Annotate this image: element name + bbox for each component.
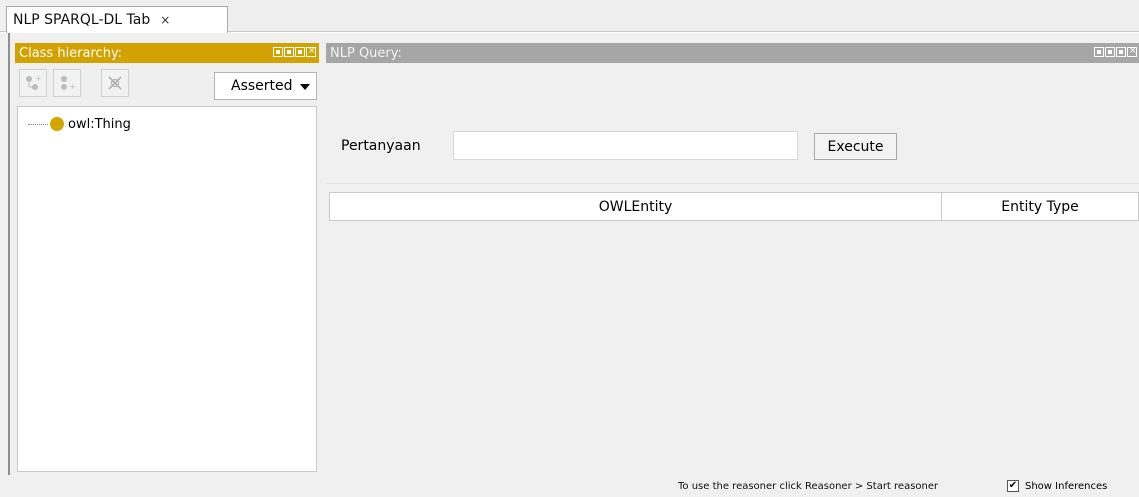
- question-input[interactable]: [453, 131, 798, 160]
- maximize-view-icon[interactable]: [295, 47, 305, 57]
- close-tab-icon[interactable]: ×: [160, 13, 170, 27]
- column-header-entity-type[interactable]: Entity Type: [942, 193, 1138, 220]
- view-controls: [273, 46, 316, 57]
- maximize-view-icon[interactable]: [1116, 47, 1126, 57]
- results-table: OWLEntity Entity Type: [326, 183, 1139, 473]
- svg-text:+: +: [35, 74, 42, 83]
- close-view-icon[interactable]: [306, 46, 316, 57]
- workspace: Class hierarchy: + +: [0, 33, 1139, 497]
- class-hierarchy-header: Class hierarchy:: [15, 43, 319, 63]
- pin-view-icon[interactable]: [1094, 47, 1104, 57]
- class-hierarchy-toolbar: + + Asserted: [15, 63, 319, 106]
- delete-class-icon: [108, 76, 122, 90]
- svg-text:+: +: [69, 82, 76, 91]
- add-sibling-icon: +: [61, 76, 76, 91]
- panel-title: Class hierarchy:: [19, 45, 123, 61]
- question-label: Pertanyaan: [341, 138, 421, 154]
- hierarchy-mode-value: Asserted: [231, 78, 293, 94]
- chevron-down-icon: [300, 84, 310, 90]
- class-hierarchy-panel: Class hierarchy: + +: [15, 43, 319, 472]
- tab-nlp-sparql-dl[interactable]: NLP SPARQL-DL Tab ×: [6, 6, 228, 33]
- add-subclass-icon: +: [26, 74, 42, 90]
- class-tree[interactable]: owl:Thing: [17, 106, 317, 472]
- nlp-query-header: NLP Query:: [326, 43, 1139, 63]
- tree-node-owl-thing[interactable]: owl:Thing: [18, 115, 131, 133]
- show-inferences-label: Show Inferences: [1025, 481, 1108, 492]
- column-header-owlentity[interactable]: OWLEntity: [330, 193, 942, 220]
- hierarchy-mode-select[interactable]: Asserted: [214, 72, 317, 100]
- tab-label: NLP SPARQL-DL Tab: [13, 12, 151, 28]
- minimize-view-icon[interactable]: [1105, 47, 1115, 57]
- pin-view-icon[interactable]: [273, 47, 283, 57]
- tree-connector: [28, 123, 48, 125]
- add-subclass-button[interactable]: +: [19, 69, 47, 97]
- split-divider[interactable]: [8, 33, 10, 497]
- close-view-icon[interactable]: [1127, 46, 1137, 57]
- query-form: Pertanyaan Execute: [326, 63, 1139, 183]
- nlp-query-panel: NLP Query: Pertanyaan Execute OWLEntity …: [326, 43, 1139, 473]
- reasoner-status-message: To use the reasoner click Reasoner > Sta…: [678, 481, 939, 492]
- tab-strip: NLP SPARQL-DL Tab ×: [0, 0, 1139, 33]
- execute-button[interactable]: Execute: [814, 133, 897, 160]
- table-header: OWLEntity Entity Type: [329, 192, 1139, 221]
- minimize-view-icon[interactable]: [284, 47, 294, 57]
- tree-node-label: owl:Thing: [68, 116, 131, 132]
- delete-class-button[interactable]: [101, 69, 129, 97]
- panel-title: NLP Query:: [330, 45, 402, 61]
- status-bar: To use the reasoner click Reasoner > Sta…: [0, 475, 1139, 497]
- class-dot-icon: [50, 117, 64, 131]
- add-sibling-button[interactable]: +: [53, 69, 81, 97]
- show-inferences-checkbox[interactable]: ✔: [1007, 480, 1019, 492]
- view-controls: [1094, 46, 1137, 57]
